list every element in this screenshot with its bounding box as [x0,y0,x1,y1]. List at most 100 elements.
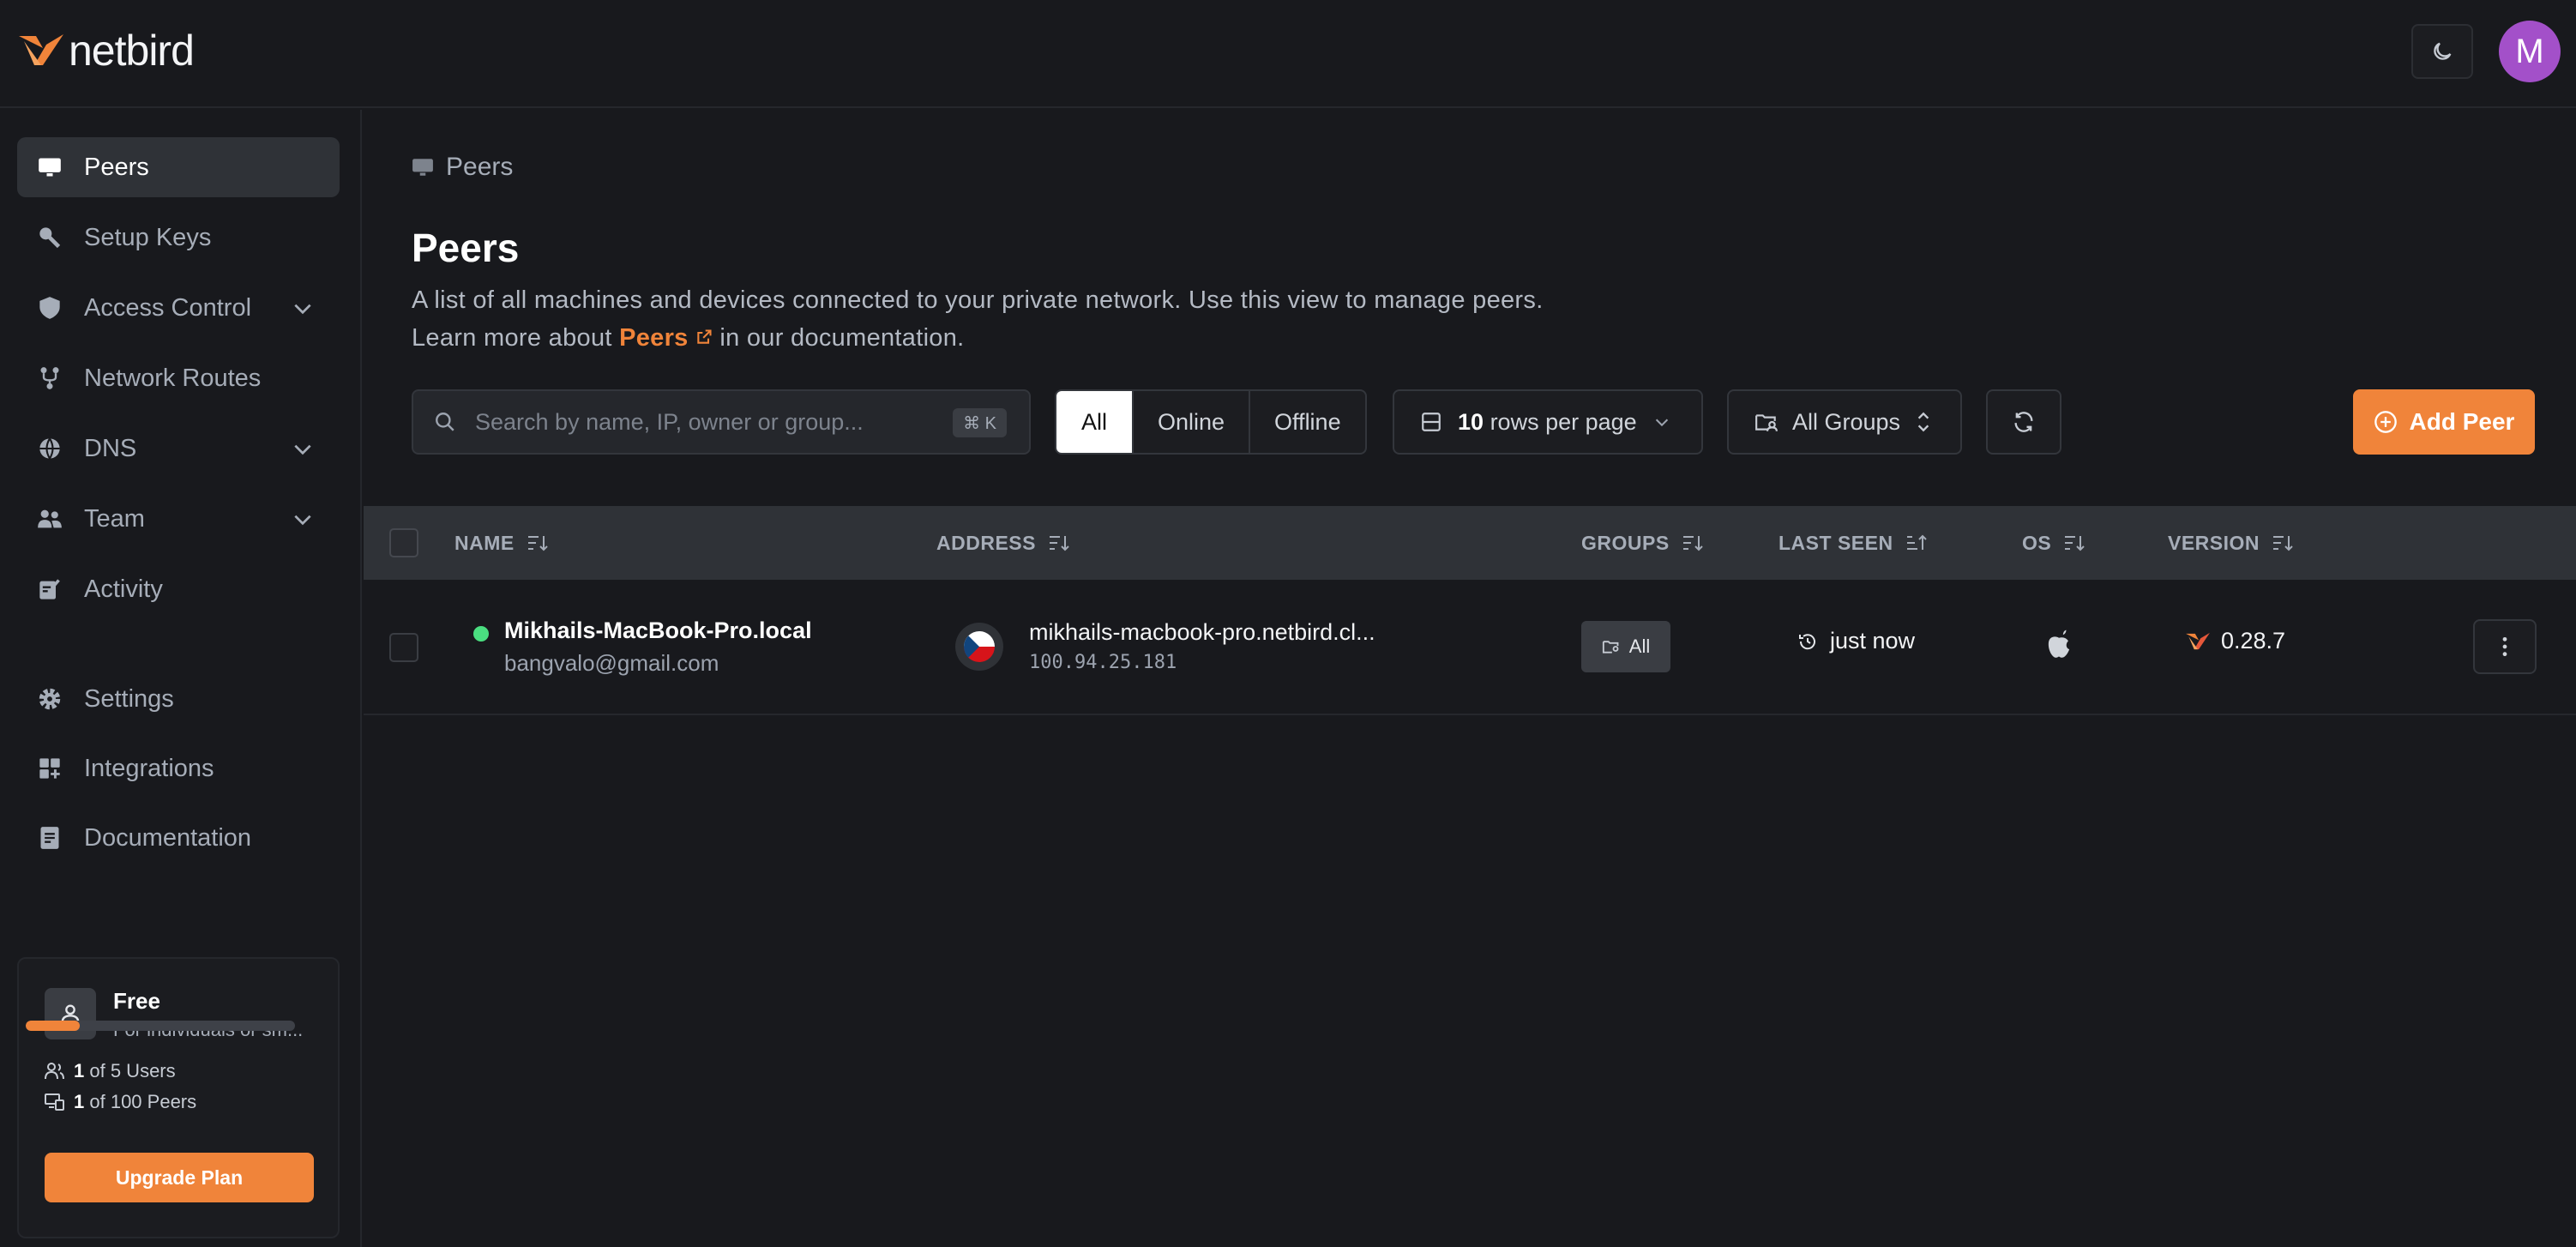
sidebar-item-access-control[interactable]: Access Control [17,278,340,338]
chevron-down-icon [294,515,311,526]
netbird-logo-icon [19,34,63,65]
filter-offline-tab[interactable]: Offline [1249,391,1365,453]
sidebar-item-peers[interactable]: Peers [17,137,340,197]
search-input[interactable] [475,408,921,436]
group-badge-label: All [1628,636,1651,657]
sidebar-item-integrations[interactable]: Integrations [17,738,340,798]
refresh-icon [2014,412,2033,432]
last-seen-text: just now [1830,628,1916,654]
sort-icon [2273,536,2293,551]
plan-usage-progress [26,1021,295,1031]
sidebar-item-label: Access Control [84,293,252,322]
activity-icon [36,575,63,603]
page-description: A list of all machines and devices conne… [412,281,1544,357]
peer-ip-address[interactable]: 100.94.25.181 [1029,652,1177,673]
sort-icon [527,536,548,551]
sidebar: Peers Setup Keys Access Control Network … [0,110,362,1247]
column-os-header[interactable]: OS [2022,506,2085,580]
table-header: NAME ADDRESS GROUPS LAST SEEN OS VERSION [364,506,2576,580]
peer-dns-name[interactable]: mikhails-macbook-pro.netbird.cl... [1029,619,1375,646]
status-filter: All Online Offline [1055,389,1367,455]
sidebar-item-activity[interactable]: Activity [17,559,340,619]
sidebar-item-network-routes[interactable]: Network Routes [17,348,340,408]
sidebar-item-dns[interactable]: DNS [17,419,340,479]
add-peer-button[interactable]: Add Peer [2353,389,2535,455]
online-status-dot [473,626,489,642]
folder-users-icon [1602,641,1619,654]
column-groups-header[interactable]: GROUPS [1581,506,1704,580]
monitor-icon [36,154,63,181]
sort-icon [1682,536,1703,551]
search-box[interactable]: ⌘ K [412,389,1031,455]
document-icon [36,824,63,852]
description-line-1: A list of all machines and devices conne… [412,286,1544,314]
sidebar-item-documentation[interactable]: Documentation [17,808,340,868]
route-icon [36,364,63,392]
peers-docs-link-label: Peers [619,324,689,352]
grid-plus-icon [36,755,63,782]
rows-per-page-select[interactable]: 10 rows per page [1393,389,1703,455]
column-groups-label: GROUPS [1581,531,1670,554]
monitor-icon [412,159,433,176]
column-address-header[interactable]: ADDRESS [936,506,1070,580]
plan-users-usage: 1 of 5 Users [45,1060,176,1082]
sort-icon [2065,536,2085,551]
sort-icon [1049,536,1069,551]
peers-text: of 100 Peers [89,1091,197,1112]
filter-all-tab[interactable]: All [1056,391,1132,453]
czech-flag-icon [955,623,1003,671]
description-prefix: Learn more about [412,324,612,352]
chevron-up-down-icon [1917,412,1929,432]
upgrade-plan-button[interactable]: Upgrade Plan [45,1153,314,1202]
external-link-icon [697,329,712,344]
column-version-label: VERSION [2168,531,2260,554]
more-vertical-icon [2502,636,2507,657]
row-checkbox[interactable] [389,633,418,662]
peers-used: 1 [74,1091,85,1112]
globe-icon [36,435,63,462]
theme-toggle-button[interactable] [2411,24,2473,79]
column-last-seen-header[interactable]: LAST SEEN [1779,506,1928,580]
rows-per-page-value: 10 [1458,408,1484,435]
user-avatar[interactable]: M [2499,21,2561,82]
peer-version: 0.28.7 [2185,628,2285,654]
netbird-logo[interactable]: netbird [17,26,195,75]
row-actions-button[interactable] [2473,619,2537,674]
chevron-down-icon [294,304,311,315]
groups-filter-select[interactable]: All Groups [1727,389,1962,455]
sidebar-item-label: Peers [84,153,149,181]
user-icon [45,988,96,1039]
column-os-label: OS [2022,531,2052,554]
sidebar-item-settings[interactable]: Settings [17,669,340,729]
filter-online-tab[interactable]: Online [1132,391,1249,453]
column-version-header[interactable]: VERSION [2168,506,2294,580]
group-badge[interactable]: All [1581,621,1670,672]
table-row[interactable]: Mikhails-MacBook-Pro.local bangvalo@gmai… [364,580,2576,715]
logo-text: netbird [69,27,195,75]
sidebar-item-label: Integrations [84,754,214,782]
folder-users-icon [1755,414,1778,431]
top-bar: netbird M [0,0,2576,108]
select-all-checkbox[interactable] [389,528,418,557]
sidebar-item-setup-keys[interactable]: Setup Keys [17,208,340,268]
breadcrumb[interactable]: Peers [412,153,513,182]
rows-per-page-text: rows per page [1490,408,1637,435]
users-icon [45,1063,64,1080]
add-peer-label: Add Peer [2409,408,2515,435]
last-seen: just now [1797,628,1915,654]
search-icon [436,413,454,431]
sidebar-item-label: Setup Keys [84,223,212,251]
peers-docs-link[interactable]: Peers [619,324,719,352]
plan-usage-progress-fill [26,1021,80,1031]
sidebar-item-team[interactable]: Team [17,489,340,549]
moon-icon [2434,42,2452,60]
sidebar-item-label: Settings [84,684,174,713]
plus-circle-icon [2374,411,2397,433]
peer-name[interactable]: Mikhails-MacBook-Pro.local [504,617,812,644]
plan-name: Free [113,988,160,1014]
column-name-header[interactable]: NAME [454,506,549,580]
refresh-button[interactable] [1986,389,2061,455]
chevron-down-icon [1655,419,1668,427]
sidebar-item-label: DNS [84,434,137,462]
users-used: 1 [74,1060,85,1081]
